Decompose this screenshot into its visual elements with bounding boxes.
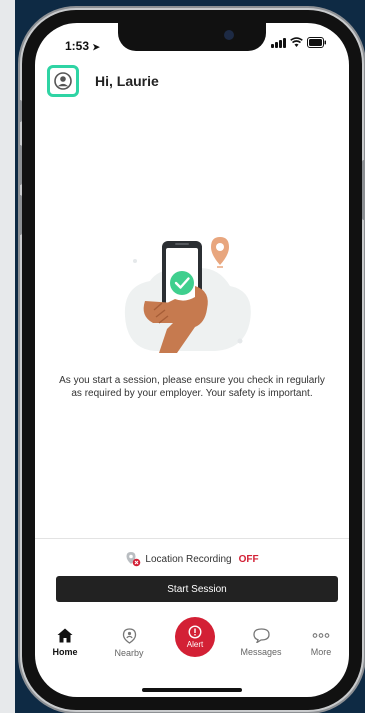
location-recording-status: Location Recording OFF: [35, 551, 349, 567]
check-in-illustration: [124, 237, 251, 353]
tab-home-label: Home: [52, 647, 78, 657]
location-recording-state: OFF: [238, 553, 259, 565]
alert-button[interactable]: Alert: [175, 617, 215, 657]
home-icon: [57, 628, 73, 643]
phone-frame: 1:53 ➤ Hi, Laurie As you start a session…: [18, 10, 365, 710]
greeting: Hi, Laurie: [95, 73, 159, 89]
status-time: 1:53 ➤: [65, 39, 100, 53]
start-session-button[interactable]: Start Session: [56, 576, 338, 602]
tab-more-label: More: [310, 647, 332, 657]
camera-icon: [224, 30, 234, 40]
profile-icon: [54, 72, 72, 90]
wifi-icon: [290, 37, 303, 47]
home-indicator: [142, 688, 242, 692]
tab-more[interactable]: More: [291, 628, 349, 657]
side-button: [18, 100, 22, 122]
more-icon: [312, 633, 330, 638]
nearby-icon: [122, 628, 136, 644]
status-time-text: 1:53: [65, 39, 90, 53]
tab-bar: Home Nearby Alert Messages More: [35, 617, 349, 673]
divider: [35, 538, 349, 539]
tab-home[interactable]: Home: [35, 628, 95, 657]
status-icons: [271, 37, 327, 48]
backdrop-edge: [0, 0, 15, 713]
battery-icon: [307, 37, 326, 48]
tab-messages-label: Messages: [240, 647, 282, 657]
volume-up-button: [18, 145, 22, 185]
messages-icon: [252, 628, 270, 643]
location-recording-label: Location Recording: [145, 553, 232, 565]
session-message: As you start a session, please ensure yo…: [59, 375, 325, 399]
location-off-icon: [126, 552, 141, 567]
location-arrow-icon: ➤: [92, 42, 100, 52]
alert-icon: [188, 625, 202, 639]
tab-nearby-label: Nearby: [114, 648, 144, 658]
tab-messages[interactable]: Messages: [231, 628, 291, 657]
notch: [118, 23, 266, 51]
app-screen: 1:53 ➤ Hi, Laurie As you start a session…: [35, 23, 349, 697]
tab-nearby[interactable]: Nearby: [99, 628, 159, 658]
volume-down-button: [18, 195, 22, 235]
profile-button[interactable]: [47, 65, 79, 97]
signal-icon: [271, 37, 286, 48]
alert-label: Alert: [186, 640, 204, 649]
